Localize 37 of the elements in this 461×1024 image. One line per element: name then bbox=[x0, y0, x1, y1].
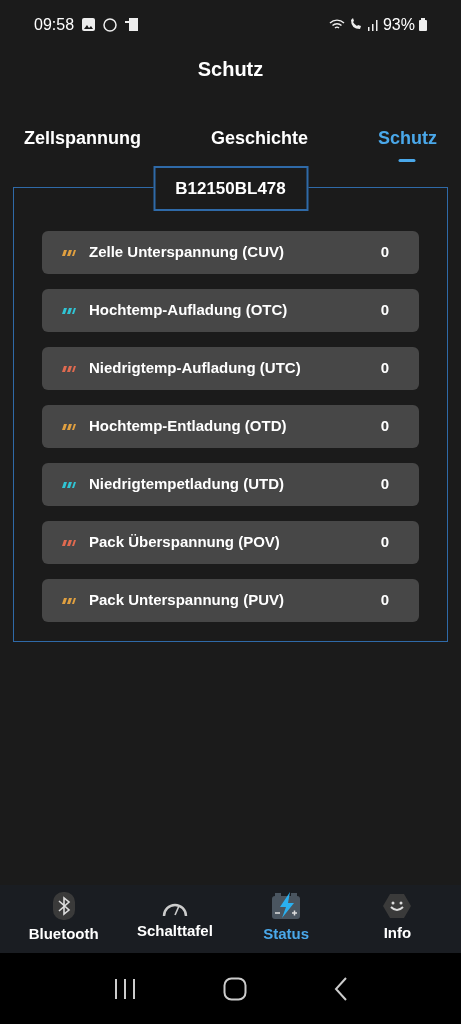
recent-apps-icon[interactable] bbox=[113, 977, 136, 1000]
protection-count: 0 bbox=[380, 300, 389, 321]
tab-indicator bbox=[399, 159, 416, 162]
smiley-icon bbox=[382, 893, 413, 920]
battery-icon bbox=[419, 18, 427, 31]
nav-item[interactable]: Status bbox=[236, 892, 337, 946]
protection-label: Zelle Unterspannung (CUV) bbox=[89, 242, 285, 263]
tab[interactable]: Schutz bbox=[374, 125, 441, 162]
protection-count: 0 bbox=[380, 416, 389, 437]
page-title: Schutz bbox=[197, 57, 264, 82]
home-icon[interactable] bbox=[222, 976, 247, 1001]
nav-item[interactable]: Info bbox=[347, 893, 448, 945]
image-icon bbox=[82, 18, 96, 31]
protection-label: Niedrigtemp-Aufladung (UTC) bbox=[89, 358, 302, 379]
call-icon bbox=[348, 18, 363, 31]
protection-count: 0 bbox=[380, 474, 389, 495]
battery-bolt-icon bbox=[271, 892, 302, 921]
tab[interactable]: Zellspannung bbox=[20, 125, 145, 162]
device-id: B12150BL478 bbox=[153, 166, 308, 211]
bluetooth-icon bbox=[52, 892, 75, 921]
tab[interactable]: Geschichte bbox=[206, 125, 312, 162]
protection-label: Pack Unterspannung (PUV) bbox=[89, 590, 286, 611]
status-time: 09:58 bbox=[34, 14, 75, 35]
nav-item[interactable]: Bluetooth bbox=[13, 892, 114, 946]
protection-label: Niedrigtempetladung (UTD) bbox=[89, 474, 285, 495]
back-icon[interactable] bbox=[333, 976, 348, 1001]
battery-percent: 93% bbox=[382, 14, 415, 35]
signal-icon bbox=[366, 18, 379, 31]
protection-count: 0 bbox=[380, 358, 389, 379]
protection-count: 0 bbox=[380, 532, 389, 553]
nav-item[interactable]: Schalttafel bbox=[124, 895, 225, 943]
protection-count: 0 bbox=[380, 242, 389, 263]
protection-label: Pack Überspannung (POV) bbox=[89, 532, 281, 553]
protection-label: Hochtemp-Aufladung (OTC) bbox=[89, 300, 289, 321]
protection-count: 0 bbox=[380, 590, 389, 611]
wifi-icon bbox=[328, 18, 345, 31]
protection-label: Hochtemp-Entladung (OTD) bbox=[89, 416, 288, 437]
